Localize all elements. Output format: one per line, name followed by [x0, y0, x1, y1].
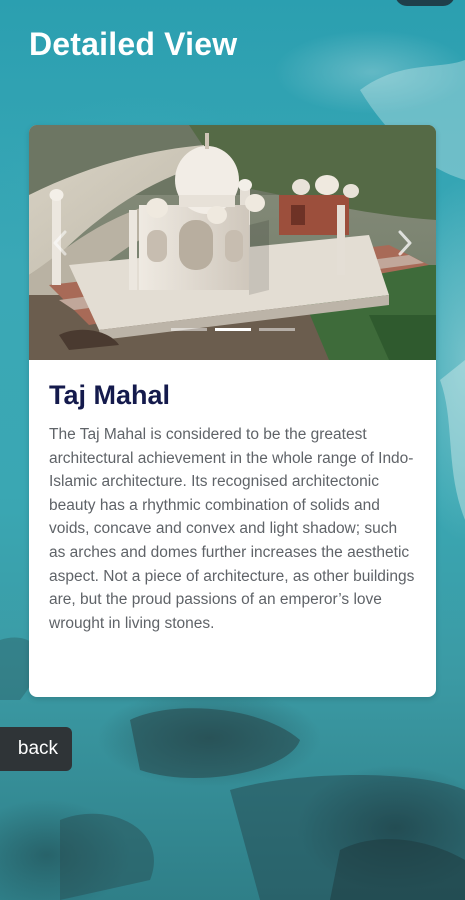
taj-mahal-image — [29, 125, 436, 360]
carousel-indicator-2[interactable] — [214, 328, 251, 331]
chevron-left-icon — [53, 230, 67, 255]
page-title: Detailed View — [29, 26, 238, 62]
chevron-right-icon — [398, 230, 412, 255]
carousel-next-button[interactable] — [380, 125, 430, 360]
place-description: The Taj Mahal is considered to be the gr… — [49, 426, 415, 632]
carousel-indicators — [29, 328, 436, 331]
carousel-indicator-3[interactable] — [258, 328, 295, 331]
top-corner-decoration — [395, 0, 455, 6]
detail-card: Taj Mahal The Taj Mahal is considered to… — [29, 125, 436, 697]
back-button[interactable]: back — [0, 727, 72, 771]
place-title: Taj Mahal — [49, 380, 171, 410]
image-carousel[interactable] — [29, 125, 436, 360]
carousel-prev-button[interactable] — [35, 125, 85, 360]
carousel-indicator-1[interactable] — [170, 328, 207, 331]
